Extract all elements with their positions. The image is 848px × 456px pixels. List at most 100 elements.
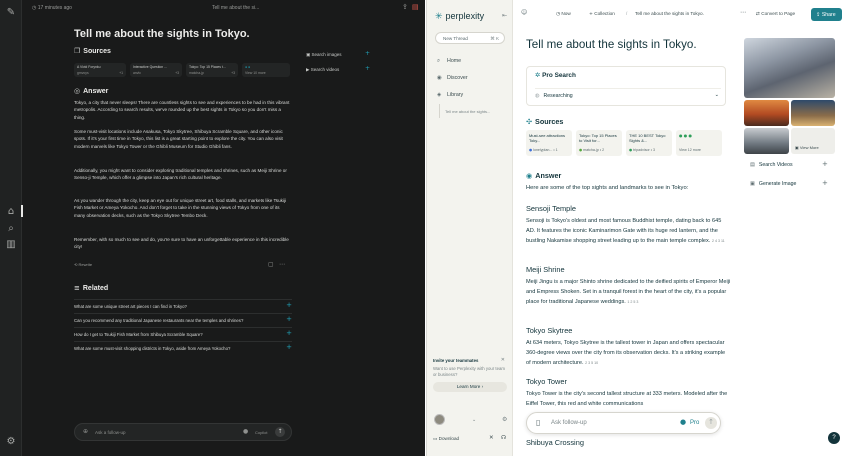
favicon-row-icon: ● ● (245, 65, 251, 69)
source-card[interactable]: Tokyo: Top 15 Places to Visit for... ● ma… (576, 130, 622, 156)
clock-icon: ◷ (32, 5, 37, 11)
rewrite-button[interactable]: ⟲ Rewrite (74, 262, 92, 267)
search-videos-button[interactable]: ▶ Search videos + (306, 66, 370, 74)
left-top-bar: ◷ 17 minutes ago Tell me about the si...… (22, 0, 425, 16)
submit-arrow-icon[interactable]: ↑ (705, 417, 717, 429)
related-item[interactable]: Can you recommend any traditional Japane… (74, 313, 292, 327)
convert-to-page-button[interactable]: ⇄ Convert to Page (756, 11, 795, 18)
collection-button[interactable]: + Collection (589, 11, 615, 18)
section-text: At 634 meters, Tokyo Skytree is the tall… (526, 338, 731, 369)
temple-image[interactable] (744, 100, 789, 126)
view-more-sources[interactable]: ● ● View 10 more (242, 63, 290, 77)
breadcrumb: Tell me about the sights in Tokyo. (635, 11, 704, 16)
learn-more-button[interactable]: Learn More › (433, 382, 507, 392)
pro-label[interactable]: Pro (690, 420, 699, 426)
search-videos-label: Search Videos (758, 162, 793, 168)
section-body: Sensoji is Tokyo's oldest and most famou… (526, 218, 722, 245)
attach-icon[interactable]: ⊕ (83, 429, 88, 435)
new-thread-button[interactable]: New Thread ⌘ K (435, 32, 505, 44)
search-icon[interactable]: ⌕ (5, 224, 17, 236)
trash-icon[interactable]: ▤ (412, 4, 419, 11)
gear-icon[interactable]: ⚙ (502, 417, 507, 423)
plus-icon: + (822, 160, 828, 168)
source-card[interactable]: Tokyo: Top 15 Places t... matcha-jp +3 (186, 63, 238, 77)
thread-title: Tell me about the si... (212, 5, 260, 11)
followup-input[interactable]: ⊕ Ask a follow-up ● Copilot ↑ (74, 423, 292, 441)
source-domain: anvlc (133, 70, 141, 75)
collapse-sidebar-icon[interactable]: ⇤ (502, 13, 507, 19)
sidebar-item-discover[interactable]: ◉ Discover (437, 75, 468, 82)
citations[interactable]: 2 4 3 11 (712, 239, 725, 243)
source-card[interactable]: THE 10 BEST Tokyo Sights &... ● tripadvis… (626, 130, 672, 156)
view-more-label: View 12 more (679, 148, 701, 152)
more-options-icon[interactable]: ⋯ (740, 10, 746, 16)
plus-icon: + (286, 315, 292, 323)
pro-toggle-icon[interactable]: ● (680, 419, 686, 426)
answer-toolbar: ⟲ Rewrite ▢ ⋯ (74, 262, 292, 268)
citations[interactable]: 1 2 5 3 (627, 300, 638, 304)
view-more-sources[interactable]: ● ● ● View 12 more (676, 130, 722, 156)
source-card[interactable]: Must-see attractions Toky... ● lonelyplan… (526, 130, 572, 156)
submit-arrow-icon[interactable]: ↑ (275, 427, 285, 437)
citations[interactable]: 2 3 5 10 (585, 361, 598, 365)
model-label[interactable]: Copilot (255, 430, 267, 435)
copy-icon[interactable]: ▢ (268, 262, 274, 268)
share-icon[interactable]: ⇪ (402, 4, 408, 11)
source-title: Tokyo: Top 15 Places to Visit for... (579, 133, 617, 143)
compose-icon[interactable]: ✎ (5, 8, 17, 20)
user-icon[interactable]: ☺ (521, 10, 527, 16)
favicon-icon: ● (629, 148, 633, 152)
library-thread-item[interactable]: Tell me about the sights... (445, 109, 490, 114)
help-button[interactable]: ? (828, 432, 840, 444)
sidebar-item-home[interactable]: ⌕ Home (437, 58, 461, 65)
search-videos-button[interactable]: ▤ Search Videos + (750, 161, 828, 169)
related-icon: ≡ (74, 284, 80, 292)
perplexity-logo-icon: ✳ (435, 12, 443, 22)
library-tree-line (439, 104, 440, 118)
answer-label: Answer (535, 171, 562, 180)
source-domain: matcha-jp • 2 (583, 148, 605, 152)
answer-paragraph: Some must-visit locations include Asakus… (74, 129, 283, 149)
city-night-image[interactable] (791, 100, 835, 126)
sources-heading: ✣ Sources (526, 117, 563, 126)
source-title: Must-see attractions Toky... (529, 133, 566, 143)
related-item[interactable]: How do I get to Tsukiji Fish Market from… (74, 327, 292, 341)
image-icon: ▣ (795, 145, 799, 150)
crossing-image[interactable] (744, 128, 789, 154)
share-button[interactable]: ⇪ Share (811, 8, 842, 21)
left-rail: ✎ ⌂ ⌕ ▥ ⚙ (0, 0, 23, 456)
download-link[interactable]: ▭ Download (433, 436, 459, 443)
plus-icon: + (365, 65, 371, 72)
search-images-button[interactable]: ▣ Search images + (306, 51, 370, 59)
view-more-images[interactable]: ▣ View More (791, 128, 835, 154)
brand-logo[interactable]: ✳ perplexity (435, 11, 484, 22)
followup-input[interactable]: ▯ Ask follow-up ● Pro ↑ (526, 412, 721, 434)
source-domain: matcha-jp (189, 70, 204, 75)
source-card[interactable]: Interactive Question ... anvlc +3 (130, 63, 182, 77)
related-item[interactable]: What are some unique street art pieces I… (74, 299, 292, 313)
library-icon[interactable]: ▥ (5, 240, 17, 252)
more-options-icon[interactable]: ⋯ (279, 262, 285, 268)
related-text: What are some unique street art pieces I… (74, 304, 187, 309)
answer-icon: ◎ (74, 87, 81, 95)
rewrite-icon: ⟲ (74, 262, 78, 267)
avatar[interactable] (434, 414, 445, 425)
settings-gear-icon[interactable]: ⚙ (5, 437, 17, 449)
related-item[interactable]: What are some must-visit shopping distri… (74, 341, 292, 355)
attach-file-icon[interactable]: ▯ (536, 419, 540, 427)
close-icon[interactable]: ✕ (501, 358, 505, 363)
x-social-icon[interactable]: ✕ (489, 435, 494, 442)
discord-icon[interactable]: ☊ (501, 435, 506, 442)
tokyo-skyline-image[interactable] (744, 38, 835, 98)
toggle-icon[interactable]: ● (243, 429, 248, 435)
home-icon[interactable]: ⌂ (5, 207, 17, 219)
generate-image-button[interactable]: ▣ Generate Image + (750, 180, 828, 188)
left-main: Tell me about the sights in Tokyo. ❐ Sour… (22, 16, 425, 456)
source-card[interactable]: A Vivid Forynku gmvoys +1 (74, 63, 126, 77)
chevron-down-icon[interactable]: ⌄ (472, 418, 476, 423)
researching-step[interactable]: ◍ Researching ⌄ (535, 88, 721, 102)
shortcut-hint: ⌘ K (490, 36, 499, 41)
pro-search-icon: ✲ (535, 71, 541, 79)
answer-lead: Here are some of the top sights and land… (526, 185, 689, 191)
sidebar-item-library[interactable]: ◈ Library (437, 92, 463, 99)
